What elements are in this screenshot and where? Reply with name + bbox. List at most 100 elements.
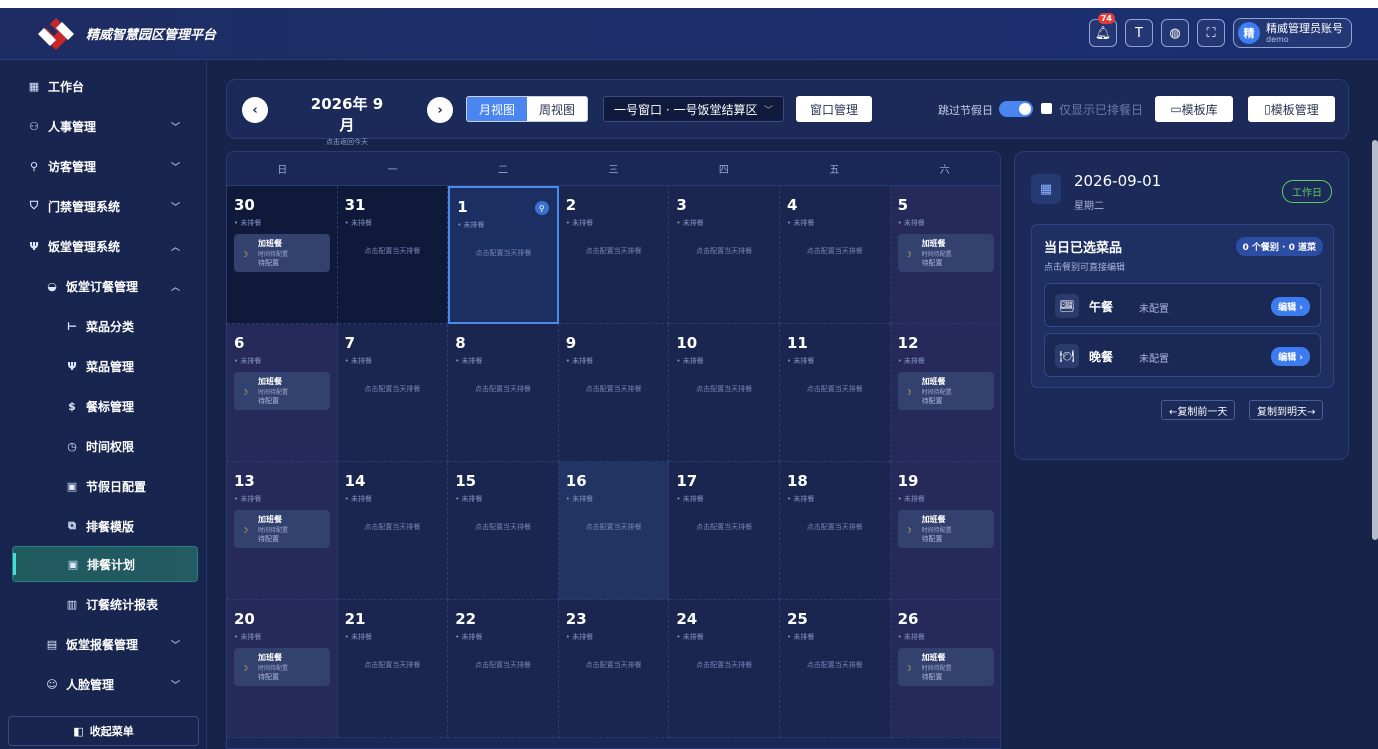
calendar-day-cell[interactable]: 25 • 未排餐 点击配置当天排餐 [779,600,891,738]
overtime-meal-card[interactable]: ☽ 加班餐 时间待配置 待配置 [234,234,330,272]
weekday-label: 日 [277,165,288,176]
calendar-day-cell[interactable]: 21 • 未排餐 点击配置当天排餐 [337,600,449,738]
sidebar-item-time-permission[interactable]: ◷ 时间权限 [0,426,206,466]
font-size-button[interactable]: T [1125,19,1153,47]
sidebar-item-face[interactable]: ☺ 人脸管理 ﹀ [0,664,206,704]
overtime-meal-card[interactable]: ☽ 加班餐 时间待配置 待配置 [234,648,330,686]
overtime-meal-card[interactable]: ☽ 加班餐 时间待配置 待配置 [234,372,330,410]
collapse-menu-button[interactable]: ◧ 收起菜单 [8,716,199,746]
calendar-day-cell[interactable]: 16 • 未排餐 点击配置当天排餐 [558,462,670,600]
calendar-day-cell[interactable]: 19 • 未排餐 ☽ 加班餐 时间待配置 待配置 [890,462,1000,600]
copy-prev-day-button[interactable]: ←复制前一天 [1161,400,1236,420]
calendar-day-cell[interactable]: 3 • 未排餐 点击配置当天排餐 [669,186,780,324]
panel-weekday: 星期二 [1074,201,1104,212]
calendar-day-cell[interactable]: 14 • 未排餐 点击配置当天排餐 [337,462,449,600]
meal-row-dinner[interactable]: 🍽︎ 晚餐 未配置 编辑 › [1044,333,1321,377]
template-lib-button[interactable]: ▭ 模板库 [1155,96,1233,122]
visitor-icon: ⚲ [29,159,39,173]
overtime-meal-card[interactable]: ☽ 加班餐 时间待配置 待配置 [897,648,994,686]
ot-title: 加班餐 [921,653,946,662]
calendar-day-cell[interactable]: 15 • 未排餐 点击配置当天排餐 [448,462,559,600]
user-role: demo [1266,34,1289,44]
calendar-day-cell[interactable]: 24 • 未排餐 点击配置当天排餐 [669,600,780,738]
calendar-day-cell[interactable]: 5 • 未排餐 ☽ 加班餐 时间待配置 待配置 [890,186,1000,324]
sidebar-item-dish-category[interactable]: ⊢ 菜品分类 [0,306,206,346]
dinner-icon: 🍽︎ [1055,344,1079,368]
day-status: • 未排餐 [234,219,262,227]
overtime-meal-card[interactable]: ☽ 加班餐 时间待配置 待配置 [897,372,994,410]
calendar-day-cell[interactable]: 1 • 未排餐 ⚲ 点击配置当天排餐 [448,186,559,324]
month-title-block[interactable]: 2026年 9月 点击返回今天 [307,93,387,147]
tab-week-view[interactable]: 周视图 [527,97,587,121]
user-menu[interactable]: 精 精威管理员账号 demo [1233,18,1352,48]
sidebar-item-dish-manage[interactable]: Ψ 菜品管理 [0,346,206,386]
template-icon: ⧉ [68,519,76,532]
only-show-checkbox[interactable] [1041,103,1052,114]
calendar-day-cell[interactable]: 17 • 未排餐 点击配置当天排餐 [669,462,780,600]
ot-time: 时间待配置 [258,527,289,534]
day-status: • 未排餐 [786,219,815,227]
overtime-meal-card[interactable]: ☽ 加班餐 时间待配置 待配置 [897,510,994,548]
calendar-day-cell[interactable]: 12 • 未排餐 ☽ 加班餐 时间待配置 待配置 [890,324,1000,462]
sidebar-item-template[interactable]: ⧉ 排餐模版 [0,506,206,546]
calendar-day-cell[interactable]: 10 • 未排餐 点击配置当天排餐 [669,324,780,462]
day-number: 26 [897,610,919,628]
overtime-meal-card[interactable]: ☽ 加班餐 时间待配置 待配置 [234,510,330,548]
calendar-day-cell[interactable]: 23 • 未排餐 点击配置当天排餐 [558,600,670,738]
ot-title: 加班餐 [921,377,946,386]
language-button[interactable]: ◍ [1161,19,1189,47]
calendar-day-cell[interactable]: 8 • 未排餐 点击配置当天排餐 [448,324,559,462]
meal-row-lunch[interactable]: 🍱︎ 午餐 未配置 编辑 › [1044,283,1321,327]
calendar-day-cell[interactable]: 2 • 未排餐 点击配置当天排餐 [558,186,670,324]
page-scrollbar[interactable] [1372,140,1378,540]
day-number: 8 [455,334,466,352]
selected-dishes-box: 当日已选菜品 点击餐别可直接编辑 0 个餐别 · 0 道菜 🍱︎ 午餐 未配置 … [1031,224,1334,388]
notification-button[interactable]: 🔔︎ 74 [1089,13,1117,47]
calendar-day-cell[interactable]: 30 • 未排餐 ☽ 加班餐 时间待配置 待配置 [227,186,338,324]
calendar-day-cell[interactable]: 18 • 未排餐 点击配置当天排餐 [779,462,891,600]
chevron-left-icon: ‹ [252,102,258,118]
calendar-day-cell[interactable]: 31 • 未排餐 点击配置当天排餐 [337,186,449,324]
calendar-day-cell[interactable]: 6 • 未排餐 ☽ 加班餐 时间待配置 待配置 [227,324,338,462]
moon-icon: ☽ [241,250,249,259]
prev-month-button[interactable]: ‹ [242,97,268,123]
calendar-day-cell[interactable]: 22 • 未排餐 点击配置当天排餐 [448,600,559,738]
sidebar-item-canteen-report[interactable]: ▤ 饭堂报餐管理 ﹀ [0,624,206,664]
sidebar-item-visitor[interactable]: ⚲ 访客管理 ﹀ [0,146,206,186]
sidebar-item-canteen-order[interactable]: ◒ 饭堂订餐管理 ︿ [0,266,206,306]
calendar-day-cell[interactable]: 26 • 未排餐 ☽ 加班餐 时间待配置 待配置 [890,600,1000,738]
config-hint: 点击配置当天排餐 [696,247,753,255]
sidebar-item-meal-standard[interactable]: $ 餐标管理 [0,386,206,426]
edit-lunch-button[interactable]: 编辑 › [1271,297,1310,316]
calendar-day-cell[interactable]: 11 • 未排餐 点击配置当天排餐 [779,324,891,462]
calendar-day-cell[interactable]: 13 • 未排餐 ☽ 加班餐 时间待配置 待配置 [227,462,338,600]
sidebar-item-meal-plan[interactable]: ▣ 排餐计划 [12,546,198,582]
sidebar-item-label: 饭堂订餐管理 [66,279,139,294]
calendar-day-cell[interactable]: 20 • 未排餐 ☽ 加班餐 时间待配置 待配置 [227,600,338,738]
config-hint: 点击配置当天排餐 [585,247,642,255]
tab-month-view[interactable]: 月视图 [467,97,528,121]
sidebar-item-canteen[interactable]: Ψ 饭堂管理系统 ︿ [0,226,206,266]
skip-holiday-toggle[interactable] [999,101,1033,117]
next-month-button[interactable]: › [427,97,453,123]
sidebar-item-order-report[interactable]: ▥ 订餐统计报表 [0,584,206,624]
sidebar-item-holiday[interactable]: ▣ 节假日配置 [0,466,206,506]
template-manage-label: 模板管理 [1270,102,1319,117]
sidebar-item-access[interactable]: ⛉ 门禁管理系统 ﹀ [0,186,206,226]
window-manage-button[interactable]: 窗口管理 [796,96,872,122]
fullscreen-button[interactable]: ⛶ [1197,19,1225,47]
moon-icon: ☽ [904,388,912,397]
day-status: • 未排餐 [234,495,262,503]
template-manage-button[interactable]: ▯ 模板管理 [1248,96,1335,122]
copy-next-day-button[interactable]: 复制到明天→ [1249,400,1324,420]
calendar-day-cell[interactable]: 4 • 未排餐 点击配置当天排餐 [779,186,891,324]
collapse-label: 收起菜单 [89,725,134,738]
calendar-day-cell[interactable]: 9 • 未排餐 点击配置当天排餐 [558,324,670,462]
day-number: 19 [897,472,919,490]
edit-dinner-button[interactable]: 编辑 › [1271,347,1310,366]
overtime-meal-card[interactable]: ☽ 加班餐 时间待配置 待配置 [897,234,994,272]
sidebar-item-hr[interactable]: ⚇ 人事管理 ﹀ [0,106,206,146]
sidebar-item-workbench[interactable]: ▦ 工作台 [0,66,206,106]
window-select[interactable]: 一号窗口 · 一号饭堂结算区 ﹀ [603,96,784,122]
calendar-day-cell[interactable]: 7 • 未排餐 点击配置当天排餐 [337,324,449,462]
